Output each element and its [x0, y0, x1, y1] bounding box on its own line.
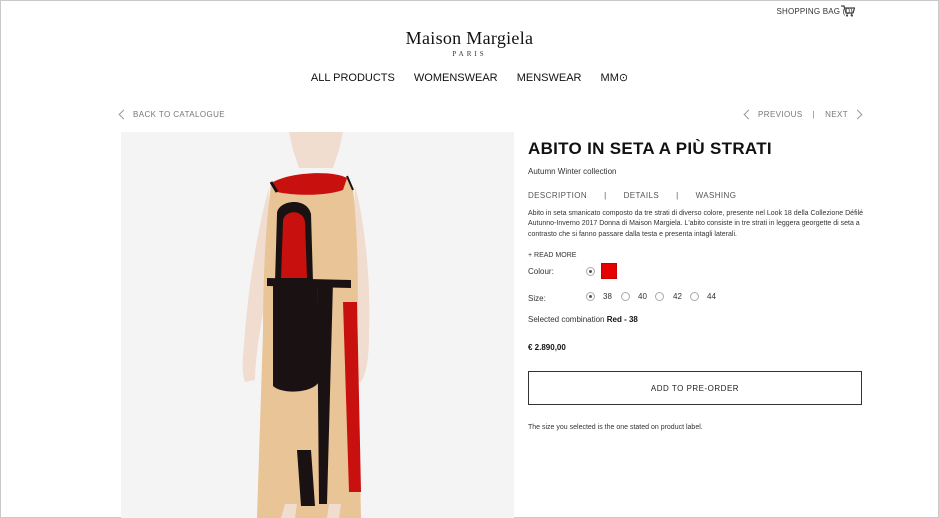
chevron-left-icon: [118, 109, 129, 120]
product-collection: Autumn Winter collection: [528, 167, 617, 176]
size-option-44[interactable]: 44: [707, 292, 716, 301]
size-radio-38[interactable]: [586, 292, 595, 301]
chevron-left-icon[interactable]: [743, 109, 754, 120]
back-label: BACK TO CATALOGUE: [133, 110, 226, 119]
product-image[interactable]: [121, 132, 514, 518]
main-nav: ALL PRODUCTS WOMENSWEAR MENSWEAR MM⊙: [0, 71, 939, 84]
colour-label: Colour:: [528, 267, 554, 276]
combination-label: Selected combination: [528, 315, 605, 324]
logo-subtitle: PARIS: [452, 50, 487, 58]
chevron-right-icon[interactable]: [852, 109, 863, 120]
size-option-38[interactable]: 38: [603, 292, 612, 301]
product-description: Abito in seta smanicato composto da tre …: [528, 210, 864, 238]
dress-model-illustration: [121, 132, 514, 518]
colour-radio-red[interactable]: [586, 267, 595, 276]
tab-separator: |: [604, 191, 607, 200]
nav-womenswear[interactable]: WOMENSWEAR: [414, 72, 498, 84]
nav-mm6[interactable]: MM⊙: [601, 71, 629, 84]
size-radio-40[interactable]: [621, 292, 630, 301]
previous-link[interactable]: PREVIOUS: [758, 110, 803, 119]
tab-washing[interactable]: WASHING: [696, 191, 737, 200]
tab-separator: |: [676, 191, 679, 200]
size-note: The size you selected is the one stated …: [528, 424, 703, 431]
nav-all-products[interactable]: ALL PRODUCTS: [311, 72, 395, 84]
next-link[interactable]: NEXT: [825, 110, 848, 119]
size-option-42[interactable]: 42: [673, 292, 682, 301]
product-price: € 2.890,00: [528, 343, 566, 352]
product-title: ABITO IN SETA A PIÙ STRATI: [528, 139, 772, 158]
logo-wordmark: Maison Margiela: [405, 28, 534, 48]
combination-value: Red - 38: [606, 315, 638, 324]
tab-details[interactable]: DETAILS: [624, 191, 660, 200]
selected-combination: Selected combination Red - 38: [528, 315, 638, 324]
read-more-link[interactable]: + READ MORE: [528, 252, 576, 259]
colour-swatch-red[interactable]: [601, 263, 617, 279]
add-to-preorder-button[interactable]: ADD TO PRE-ORDER: [528, 371, 862, 405]
product-tabs: DESCRIPTION | DETAILS | WASHING: [528, 191, 736, 200]
cart-icon[interactable]: [841, 5, 855, 17]
pager-separator: |: [812, 110, 816, 119]
size-radio-44[interactable]: [690, 292, 699, 301]
back-to-catalogue-link[interactable]: BACK TO CATALOGUE: [118, 109, 226, 120]
size-label: Size:: [528, 294, 546, 303]
size-radio-42[interactable]: [655, 292, 664, 301]
size-option-40[interactable]: 40: [638, 292, 647, 301]
nav-menswear[interactable]: MENSWEAR: [517, 72, 582, 84]
product-pager: PREVIOUS | NEXT: [743, 109, 863, 120]
brand-logo[interactable]: Maison Margiela PARIS: [0, 28, 939, 58]
tab-description[interactable]: DESCRIPTION: [528, 191, 587, 200]
